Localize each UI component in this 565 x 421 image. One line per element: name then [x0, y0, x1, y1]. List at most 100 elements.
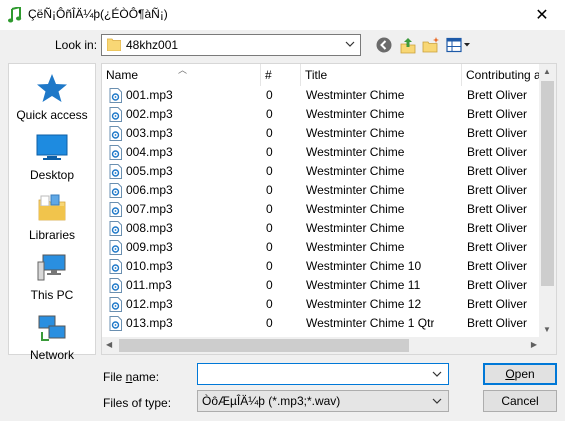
audio-file-icon: [109, 240, 122, 255]
chevron-down-icon: [345, 41, 355, 47]
table-row[interactable]: 001.mp3 0 Westminter Chime Brett Oliver: [102, 86, 541, 105]
table-row[interactable]: 011.mp3 0 Westminter Chime 11 Brett Oliver: [102, 276, 541, 295]
column-header-name[interactable]: Name ︿: [102, 64, 261, 86]
table-row[interactable]: 008.mp3 0 Westminter Chime Brett Oliver: [102, 219, 541, 238]
scroll-right-icon[interactable]: ▶: [531, 340, 537, 349]
file-track-number: 0: [266, 126, 273, 140]
audio-file-icon: [109, 107, 122, 122]
file-track-number: 0: [266, 240, 273, 254]
file-artist: Brett Oliver: [467, 183, 528, 197]
new-folder-button[interactable]: [422, 36, 440, 54]
file-title: Westminter Chime 1 Qtr: [306, 316, 435, 330]
column-header-number[interactable]: #: [261, 64, 301, 86]
file-name: 009.mp3: [126, 240, 173, 254]
table-row[interactable]: 002.mp3 0 Westminter Chime Brett Oliver: [102, 105, 541, 124]
audio-file-icon: [109, 88, 122, 103]
cancel-button[interactable]: Cancel: [483, 390, 557, 412]
file-track-number: 0: [266, 202, 273, 216]
vertical-scrollbar[interactable]: ▲ ▼: [539, 64, 556, 337]
place-quick-access[interactable]: Quick access: [9, 72, 95, 122]
file-artist: Brett Oliver: [467, 240, 528, 254]
file-track-number: 0: [266, 259, 273, 273]
scroll-up-icon[interactable]: ▲: [543, 67, 551, 76]
file-name: 004.mp3: [126, 145, 173, 159]
table-row[interactable]: 007.mp3 0 Westminter Chime Brett Oliver: [102, 200, 541, 219]
file-name-input[interactable]: [197, 363, 449, 385]
file-artist: Brett Oliver: [467, 126, 528, 140]
file-name: 001.mp3: [126, 88, 173, 102]
up-folder-button[interactable]: [399, 36, 417, 54]
look-in-label: Look in:: [55, 38, 98, 52]
desktop-icon: [36, 134, 68, 160]
file-artist: Brett Oliver: [467, 259, 528, 273]
table-row[interactable]: 006.mp3 0 Westminter Chime Brett Oliver: [102, 181, 541, 200]
table-row[interactable]: 005.mp3 0 Westminter Chime Brett Oliver: [102, 162, 541, 181]
open-button[interactable]: Open: [483, 363, 557, 385]
file-type-dropdown[interactable]: ÒôÆµÎÄ¼þ (*.mp3;*.wav): [197, 390, 449, 412]
libraries-icon: [38, 194, 66, 221]
table-row[interactable]: 010.mp3 0 Westminter Chime 10 Brett Oliver: [102, 257, 541, 276]
file-track-number: 0: [266, 145, 273, 159]
close-icon: ✕: [535, 7, 549, 24]
file-artist: Brett Oliver: [467, 145, 528, 159]
audio-file-icon: [109, 278, 122, 293]
file-artist: Brett Oliver: [467, 202, 528, 216]
table-row[interactable]: 013.mp3 0 Westminter Chime 1 Qtr Brett Oliv…: [102, 314, 541, 333]
table-row[interactable]: 003.mp3 0 Westminter Chime Brett Oliver: [102, 124, 541, 143]
file-list[interactable]: Name ︿ # Title Contributing a 001.mp3 0 We…: [101, 63, 557, 355]
audio-file-icon: [109, 183, 122, 198]
scrollbar-corner: [539, 337, 556, 354]
column-header-row: Name ︿ # Title Contributing a: [102, 64, 541, 86]
back-button[interactable]: [375, 36, 393, 54]
file-type-label: Files of type:: [103, 396, 172, 410]
back-arrow-icon: [376, 37, 392, 53]
up-folder-icon: [400, 38, 416, 54]
network-icon: [38, 315, 66, 341]
file-name: 013.mp3: [126, 316, 173, 330]
close-button[interactable]: ✕: [519, 0, 565, 30]
file-name: 002.mp3: [126, 107, 173, 121]
place-this-pc[interactable]: This PC: [9, 252, 95, 302]
file-name: 003.mp3: [126, 126, 173, 140]
file-track-number: 0: [266, 297, 273, 311]
file-name-label: File name:: [103, 370, 160, 384]
file-track-number: 0: [266, 88, 273, 102]
file-track-number: 0: [266, 316, 273, 330]
file-title: Westminter Chime: [306, 126, 405, 140]
table-row[interactable]: 004.mp3 0 Westminter Chime Brett Oliver: [102, 143, 541, 162]
place-label: Libraries: [28, 228, 76, 242]
new-folder-icon: [422, 37, 439, 53]
view-menu-button[interactable]: [446, 36, 472, 54]
place-label: Quick access: [16, 108, 88, 122]
scroll-left-icon[interactable]: ◀: [106, 340, 112, 349]
column-header-contributing-artists[interactable]: Contributing a: [462, 64, 541, 86]
horizontal-scroll-thumb[interactable]: [119, 339, 409, 352]
file-title: Westminter Chime 10: [306, 259, 422, 273]
file-artist: Brett Oliver: [467, 278, 528, 292]
computer-icon: [37, 254, 66, 281]
column-header-title[interactable]: Title: [301, 64, 462, 86]
audio-file-icon: [109, 202, 122, 217]
chevron-down-icon[interactable]: [431, 368, 443, 380]
title-bar: ÇëÑ¡ÔñÎÄ¼þ(¿ÉÒÔ¶àÑ¡) ✕: [0, 0, 565, 30]
place-label: Network: [29, 348, 74, 362]
table-row[interactable]: 012.mp3 0 Westminter Chime 12 Brett Oliver: [102, 295, 541, 314]
file-artist: Brett Oliver: [467, 107, 528, 121]
window-title: ÇëÑ¡ÔñÎÄ¼þ(¿ÉÒÔ¶àÑ¡): [28, 7, 168, 21]
place-libraries[interactable]: Libraries: [9, 192, 95, 242]
scroll-down-icon[interactable]: ▼: [543, 325, 551, 334]
place-desktop[interactable]: Desktop: [9, 132, 95, 182]
file-title: Westminter Chime: [306, 164, 405, 178]
place-network[interactable]: Network: [9, 312, 95, 362]
horizontal-scrollbar[interactable]: ◀ ▶: [102, 337, 541, 354]
table-row[interactable]: 009.mp3 0 Westminter Chime Brett Oliver: [102, 238, 541, 257]
audio-file-icon: [109, 316, 122, 331]
file-artist: Brett Oliver: [467, 221, 528, 235]
audio-file-icon: [109, 259, 122, 274]
file-artist: Brett Oliver: [467, 316, 528, 330]
folder-icon: [107, 38, 121, 51]
file-name: 010.mp3: [126, 259, 173, 273]
file-track-number: 0: [266, 164, 273, 178]
vertical-scroll-thumb[interactable]: [541, 81, 554, 286]
look-in-dropdown[interactable]: 48khz001: [101, 34, 361, 56]
